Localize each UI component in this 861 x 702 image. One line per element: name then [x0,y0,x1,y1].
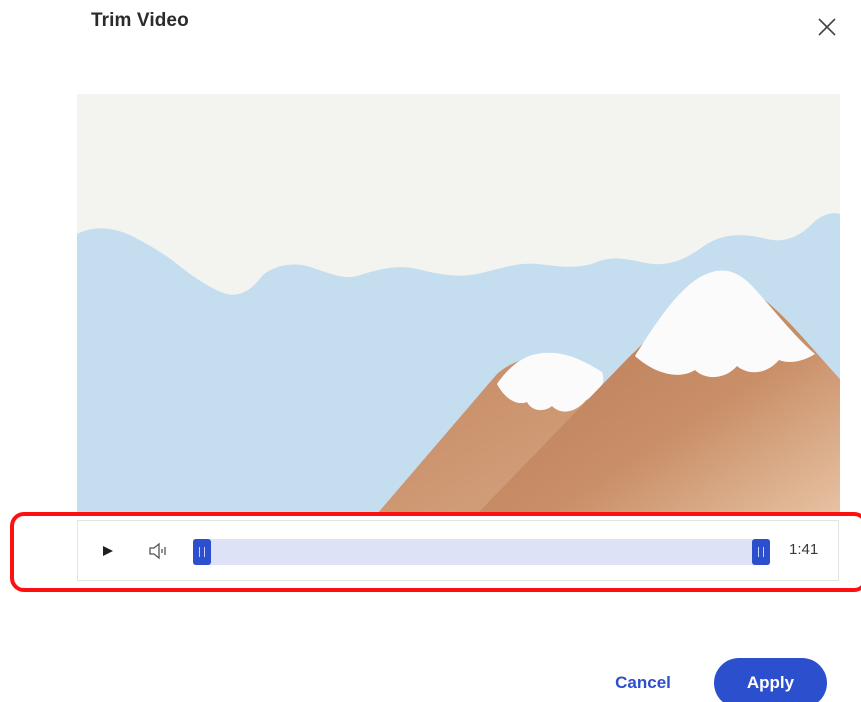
cancel-button[interactable]: Cancel [598,662,688,702]
duration-label: 1:41 [789,541,819,558]
playback-controls: 1:41 [77,520,839,581]
play-button[interactable] [100,543,116,559]
trim-range-track[interactable] [193,539,770,565]
apply-button[interactable]: Apply [714,658,827,702]
close-icon [818,18,836,36]
trim-video-dialog: Trim Video 1:41 Cancel Apply [0,0,861,702]
play-icon [103,546,113,556]
video-preview[interactable] [77,94,840,514]
close-button[interactable] [815,15,839,39]
trim-start-handle[interactable] [193,539,211,565]
video-frame-image [77,94,840,514]
trim-end-handle[interactable] [752,539,770,565]
volume-icon [149,542,166,560]
dialog-title: Trim Video [91,10,189,31]
volume-button[interactable] [148,541,172,561]
